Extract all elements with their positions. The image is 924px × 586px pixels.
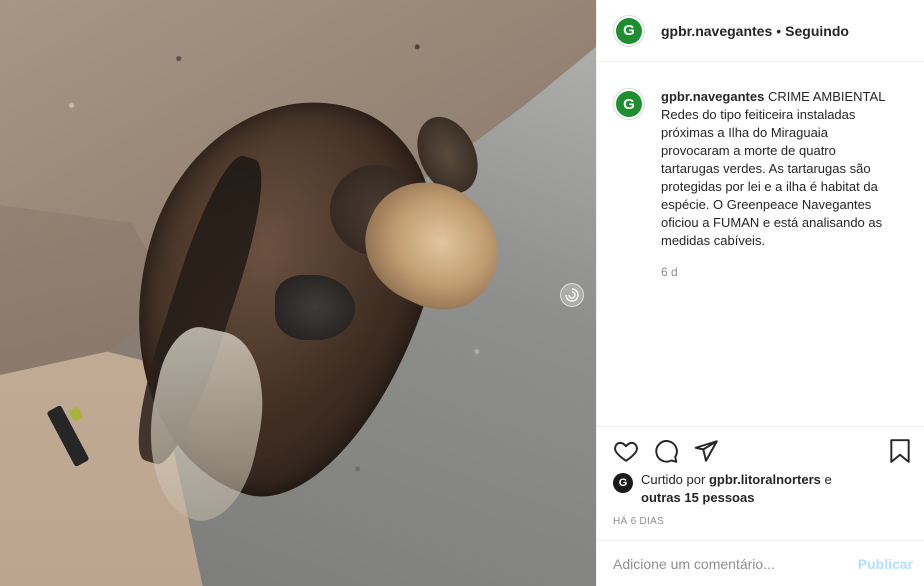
caption-text: CRIME AMBIENTAL Redes do tipo feiticeira…: [661, 89, 885, 248]
bookmark-icon[interactable]: [887, 438, 913, 464]
publish-button[interactable]: Publicar: [858, 556, 913, 572]
avatar[interactable]: G: [613, 14, 645, 47]
divider: [597, 426, 924, 427]
avatar-letter: G: [616, 91, 642, 117]
liker-avatar[interactable]: G: [613, 473, 633, 493]
post-caption: G gpbr.navegantes CRIME AMBIENTAL Redes …: [613, 88, 913, 250]
comment-icon[interactable]: [653, 438, 679, 464]
following-button[interactable]: Seguindo: [785, 23, 849, 39]
carousel-indicator-icon[interactable]: [560, 283, 584, 307]
comment-input[interactable]: [613, 555, 858, 572]
comment-form: Publicar: [597, 540, 924, 586]
share-icon[interactable]: [693, 438, 719, 464]
action-bar: [613, 438, 913, 464]
caption-text-block: gpbr.navegantes CRIME AMBIENTAL Redes do…: [661, 88, 897, 250]
likes-text: Curtido por gpbr.litoralnorters e outras…: [641, 471, 832, 507]
post-image[interactable]: [0, 0, 596, 586]
turtle-flipper: [275, 275, 355, 340]
post-date[interactable]: HÁ 6 DIAS: [613, 516, 664, 527]
avatar-letter: G: [616, 17, 642, 44]
heart-icon[interactable]: [613, 438, 639, 464]
likes-summary: G Curtido por gpbr.litoralnorters e outr…: [613, 471, 913, 507]
header-username[interactable]: gpbr.navegantes: [661, 23, 772, 39]
post-sidebar: G gpbr.navegantes • Seguindo G gpbr.nave…: [596, 0, 924, 586]
liker-username[interactable]: gpbr.litoralnorters: [709, 472, 821, 487]
likes-prefix: Curtido por: [641, 472, 706, 487]
caption-username[interactable]: gpbr.navegantes: [661, 89, 764, 104]
caption-avatar[interactable]: G: [613, 88, 645, 120]
header-separator: •: [776, 22, 782, 39]
likes-conjunction: e: [824, 472, 832, 487]
post-header: G gpbr.navegantes • Seguindo: [597, 0, 924, 62]
likes-others[interactable]: outras 15 pessoas: [641, 490, 754, 505]
caption-time[interactable]: 6 d: [661, 265, 678, 279]
